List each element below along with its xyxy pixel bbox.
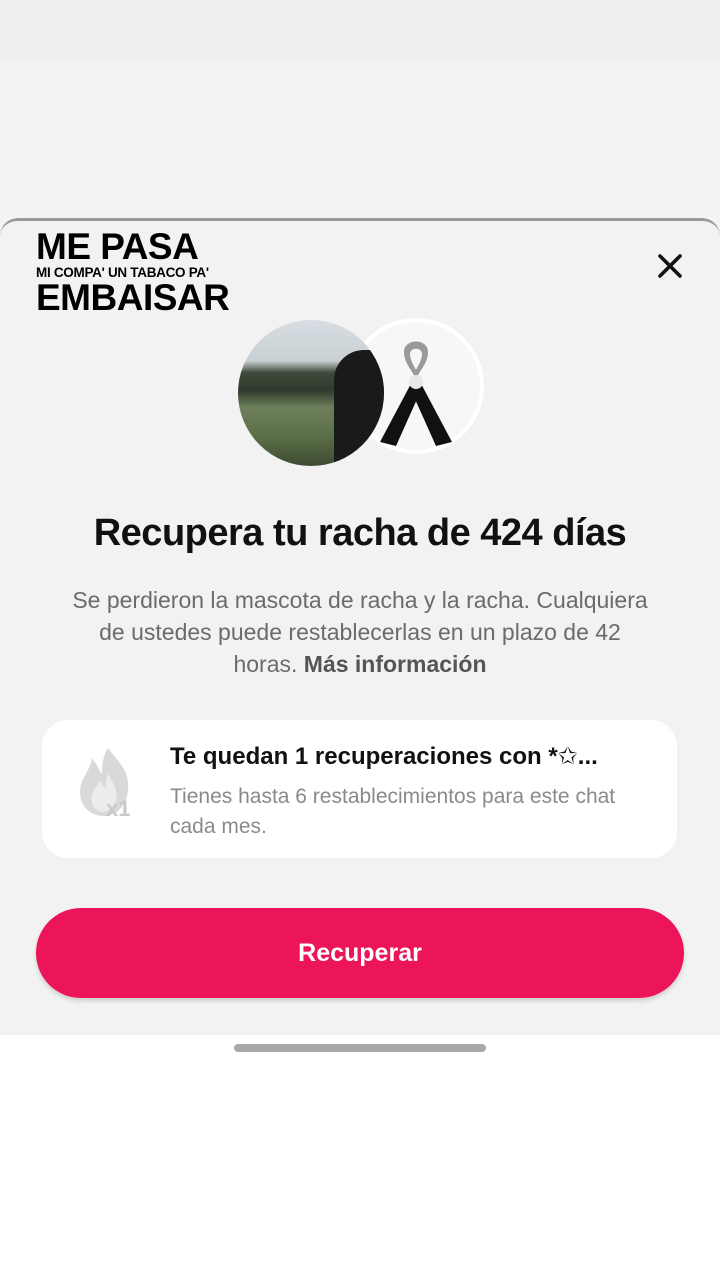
overlay-caption: ME PASA MI COMPA' UN TABACO PA' EMBAISAR bbox=[36, 226, 256, 318]
sheet-description: Se perdieron la mascota de racha y la ra… bbox=[70, 584, 650, 680]
caption-line-3: EMBAISAR bbox=[36, 277, 230, 318]
flame-badge: x1 bbox=[106, 796, 130, 820]
recovery-card: x1 Te quedan 1 recuperaciones con *✩... … bbox=[42, 720, 677, 858]
avatar-photo bbox=[238, 320, 384, 466]
close-button[interactable] bbox=[650, 246, 690, 286]
recover-button[interactable]: Recuperar bbox=[36, 908, 684, 998]
more-info-link[interactable]: Más información bbox=[304, 651, 487, 677]
caption-line-1: ME PASA bbox=[36, 226, 199, 267]
close-icon bbox=[658, 254, 682, 278]
recovery-card-subtitle: Tienes hasta 6 restablecimientos para es… bbox=[170, 785, 616, 838]
avatar-figure bbox=[334, 350, 384, 466]
home-indicator bbox=[234, 1044, 486, 1052]
flame-icon: x1 bbox=[80, 748, 130, 820]
background-area bbox=[0, 0, 720, 218]
status-bar-area bbox=[0, 0, 720, 62]
sheet-title: Recupera tu racha de 424 días bbox=[93, 512, 627, 554]
bottom-area bbox=[0, 1035, 720, 1280]
recovery-card-title: Te quedan 1 recuperaciones con *✩... bbox=[170, 743, 598, 770]
